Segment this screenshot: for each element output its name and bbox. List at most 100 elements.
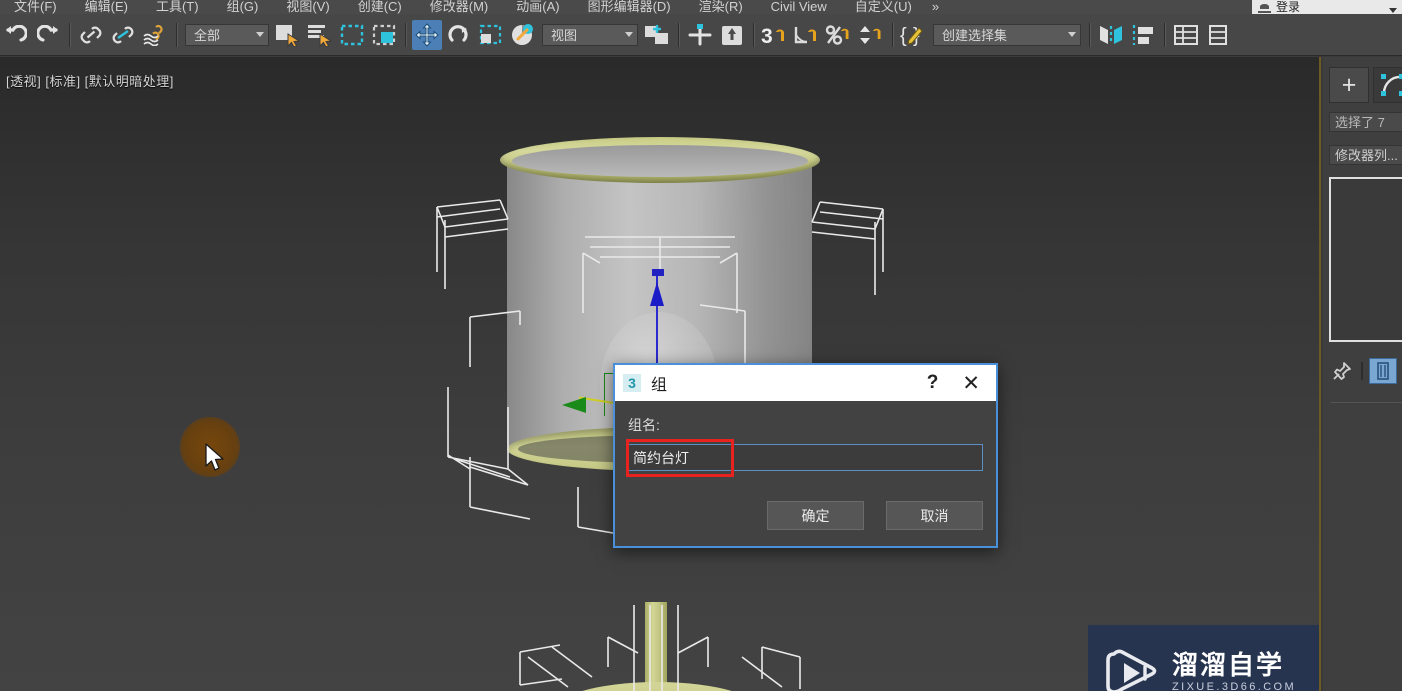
dialog-title-bar[interactable]: 3 组 ? ✕: [615, 365, 996, 401]
redo-icon[interactable]: [33, 20, 63, 50]
menu-overflow-chevron[interactable]: »: [926, 0, 945, 14]
close-button[interactable]: ✕: [954, 371, 988, 396]
toolbar-separator: [892, 22, 893, 47]
toolbar-separator: [176, 22, 177, 47]
ok-button[interactable]: 确定: [767, 501, 864, 530]
pin-stack-icon[interactable]: [1329, 359, 1355, 383]
svg-text:3: 3: [761, 25, 773, 47]
help-button[interactable]: ?: [911, 372, 955, 394]
toolbar-separator: [69, 22, 70, 47]
viewport-right-border: [1319, 57, 1321, 691]
menu-item-views[interactable]: 视图(V): [272, 0, 343, 14]
mouse-cursor-icon: [205, 443, 224, 471]
chevron-down-icon: [1068, 32, 1076, 37]
named-selection-sets-combo[interactable]: 创建选择集: [933, 23, 1081, 46]
menu-item-civil-view[interactable]: Civil View: [757, 0, 841, 14]
toolbar-separator: [1164, 22, 1165, 47]
panel-separator: [1361, 362, 1363, 380]
select-object-icon[interactable]: [273, 20, 303, 50]
snap-toggle-icon[interactable]: [685, 20, 715, 50]
layer-explorer-icon[interactable]: [1171, 20, 1201, 50]
watermark: 溜溜自学 ZIXUE.3D66.COM: [1088, 625, 1321, 691]
panel-divider: [1331, 402, 1402, 403]
user-icon: [1258, 4, 1271, 14]
dialog-button-row: 确定 取消: [767, 501, 983, 530]
select-and-scale-icon[interactable]: [476, 20, 506, 50]
plus-icon: +: [1341, 70, 1357, 99]
play-logo-icon: [1102, 644, 1160, 691]
select-and-manipulate-icon[interactable]: [717, 20, 747, 50]
login-dropdown[interactable]: 登录: [1252, 0, 1402, 14]
command-panel-tabs: +: [1329, 67, 1402, 103]
spinner-snap-icon[interactable]: [856, 20, 886, 50]
edit-named-selection-icon[interactable]: { }: [899, 20, 929, 50]
undo-icon[interactable]: [1, 20, 31, 50]
select-and-move-icon[interactable]: [412, 19, 442, 50]
select-link-icon[interactable]: [76, 20, 106, 50]
login-label: 登录: [1276, 0, 1301, 14]
use-pivot-center-icon[interactable]: [642, 20, 672, 50]
watermark-title: 溜溜自学: [1172, 650, 1285, 680]
menu-item-group[interactable]: 组(G): [213, 0, 273, 14]
dialog-body: 组名: 简约台灯: [615, 401, 996, 477]
menu-item-animation[interactable]: 动画(A): [502, 0, 573, 14]
modifier-list-label[interactable]: 修改器列...: [1329, 145, 1402, 165]
modifier-stack-list[interactable]: [1329, 177, 1402, 342]
menu-item-graph-editors[interactable]: 图形编辑器(D): [574, 0, 685, 14]
bind-space-warp-icon[interactable]: [140, 20, 170, 50]
menu-item-file[interactable]: 文件(F): [0, 0, 71, 14]
group-name-input[interactable]: 简约台灯: [628, 444, 983, 471]
curve-editor-icon[interactable]: [1203, 20, 1233, 50]
selection-filter-value: 全部: [194, 28, 221, 43]
chevron-down-icon: [625, 32, 633, 37]
select-and-rotate-icon[interactable]: [444, 20, 474, 50]
selection-filter-combo[interactable]: 全部: [185, 23, 269, 46]
menu-bar: 文件(F) 编辑(E) 工具(T) 组(G) 视图(V) 创建(C) 修改器(M…: [0, 0, 1402, 15]
percent-snap-icon[interactable]: [824, 20, 854, 50]
mirror-icon[interactable]: [1096, 20, 1126, 50]
angle-snap-icon[interactable]: [792, 20, 822, 50]
create-tab[interactable]: +: [1329, 67, 1369, 103]
dialog-title: 组: [651, 377, 668, 394]
app-icon: 3: [623, 374, 641, 392]
select-by-name-icon[interactable]: [305, 20, 335, 50]
select-and-place-icon[interactable]: [508, 20, 538, 50]
named-selection-sets-value: 创建选择集: [942, 28, 1008, 43]
cancel-button[interactable]: 取消: [886, 501, 983, 530]
reference-coordinate-value: 视图: [551, 28, 578, 43]
modifier-stack-toolbar: [1329, 357, 1402, 385]
menu-item-customize[interactable]: 自定义(U): [841, 0, 926, 14]
snaps-3d-icon[interactable]: 3: [760, 20, 790, 50]
gizmo-z-arrow[interactable]: [650, 282, 664, 306]
toolbar-separator: [1089, 22, 1090, 47]
modify-arc-icon: [1381, 74, 1402, 96]
chevron-down-icon: [1389, 8, 1397, 13]
group-name-label: 组名:: [628, 417, 660, 433]
selection-status: 选择了 7: [1329, 112, 1402, 132]
watermark-url: ZIXUE.3D66.COM: [1172, 681, 1297, 691]
unlink-icon[interactable]: [108, 20, 138, 50]
modify-tab[interactable]: [1373, 67, 1402, 103]
toolbar-separator: [678, 22, 679, 47]
toolbar-separator: [405, 22, 406, 47]
show-end-result-icon[interactable]: [1369, 358, 1397, 384]
svg-text:{: {: [900, 25, 907, 47]
toolbar-separator: [753, 22, 754, 47]
menu-item-tools[interactable]: 工具(T): [142, 0, 213, 14]
align-icon[interactable]: [1128, 20, 1158, 50]
menu-item-edit[interactable]: 编辑(E): [71, 0, 142, 14]
reference-coordinate-combo[interactable]: 视图: [542, 23, 638, 46]
gizmo-z-tip: [652, 269, 664, 276]
menu-item-rendering[interactable]: 渲染(R): [685, 0, 757, 14]
window-crossing-icon[interactable]: [369, 20, 399, 50]
3dsmax-window: 文件(F) 编辑(E) 工具(T) 组(G) 视图(V) 创建(C) 修改器(M…: [0, 0, 1402, 691]
group-dialog[interactable]: 3 组 ? ✕ 组名: 简约台灯 确定 取消: [613, 363, 998, 548]
menu-item-modifiers[interactable]: 修改器(M): [416, 0, 503, 14]
group-name-value: 简约台灯: [633, 449, 689, 466]
perspective-viewport[interactable]: [透视] [标准] [默认明暗处理] 溜溜自学 ZIXUE.3D66.COM 3…: [0, 57, 1321, 691]
command-panel: + 选择了 7 修改器列...: [1323, 57, 1402, 691]
gizmo-y-arrow[interactable]: [562, 397, 586, 413]
chevron-down-icon: [256, 32, 264, 37]
menu-item-create[interactable]: 创建(C): [344, 0, 416, 14]
rect-selection-region-icon[interactable]: [337, 20, 367, 50]
